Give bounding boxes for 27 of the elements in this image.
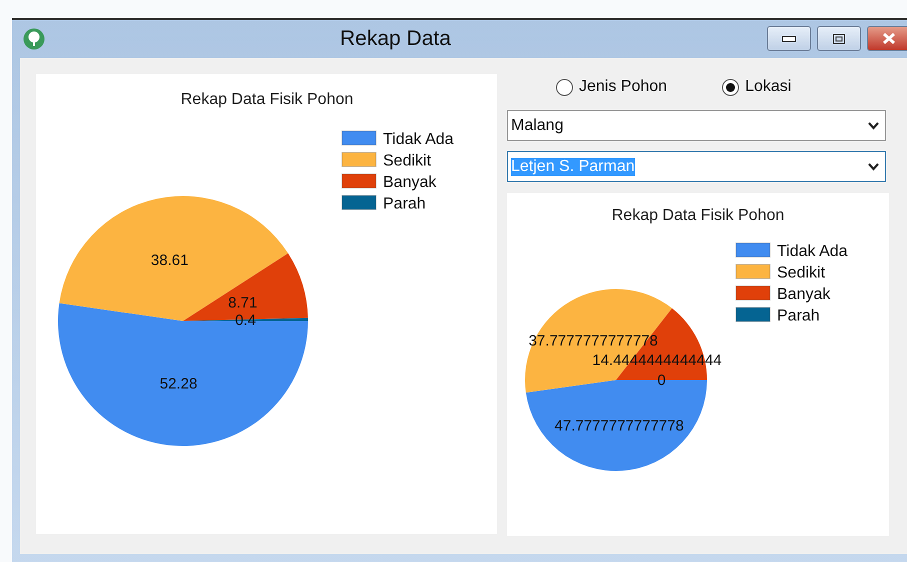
legend-label: Parah [777,308,820,324]
minimize-button[interactable] [767,26,811,51]
legend-label: Sedikit [777,264,826,282]
legend-label: Tidak Ada [383,131,454,148]
chart-title: Rekap Data Fisik Pohon [612,207,784,224]
value-label: 47.7777777777778 [554,417,684,434]
radio-button[interactable]: Lokasi [722,74,792,100]
chevron-down-icon [868,122,879,130]
radio-button[interactable]: Jenis Pohon [556,74,668,100]
legend-label: Banyak [777,286,830,303]
legend-label: Parah [383,196,426,212]
minimize-icon [782,36,796,42]
window-title: Rekap Data [340,27,451,51]
close-button[interactable] [867,26,907,51]
chart-title: Rekap Data Fisik Pohon [180,91,354,108]
maximize-icon [833,34,845,44]
legend-label: Banyak [383,174,436,191]
value-label: 38.61 [150,252,188,269]
value-label: 52.28 [160,375,198,392]
tree-icon [23,28,45,50]
legend-label: Tidak Ada [777,243,848,260]
chevron-down-icon [868,162,879,170]
legend-label: Sedikit [383,152,432,170]
value-label: 8.71 [228,294,258,312]
dropdown[interactable]: Malang [507,110,886,141]
close-icon [882,33,896,44]
maximize-button[interactable] [817,26,861,51]
